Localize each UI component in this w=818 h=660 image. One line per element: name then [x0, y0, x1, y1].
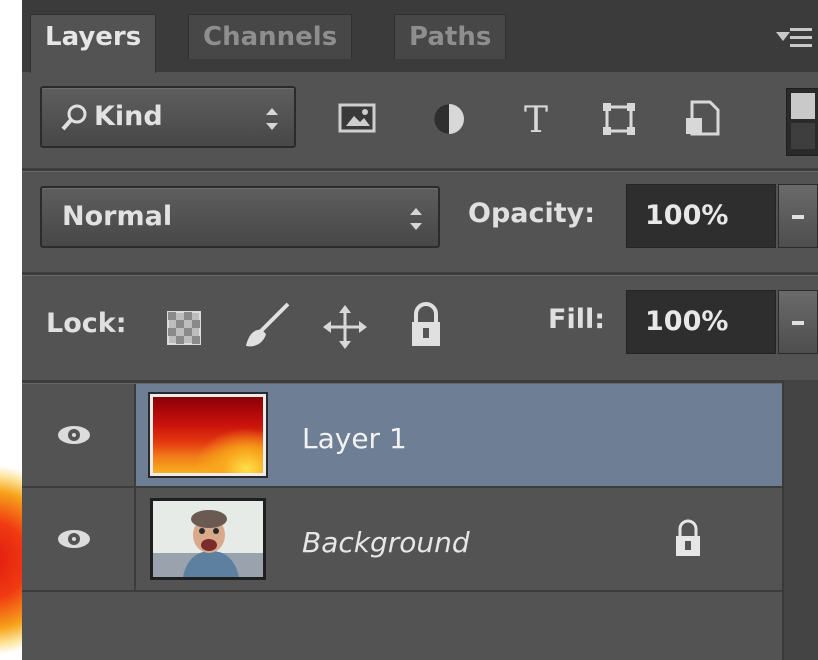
layers-list: Layer 1 Background: [22, 380, 818, 660]
layers-scrollbar[interactable]: [782, 380, 818, 660]
image-filter-icon[interactable]: [338, 102, 378, 136]
opacity-field[interactable]: 100%: [626, 184, 776, 248]
canvas-edge: [0, 0, 22, 660]
smart-object-filter-icon[interactable]: [682, 98, 722, 138]
svg-text:T: T: [524, 100, 548, 138]
lock-position-icon[interactable]: [322, 304, 368, 350]
lock-row: Lock: Fill: 100%: [22, 276, 818, 378]
search-icon: [61, 104, 87, 131]
layer-thumbnail[interactable]: [150, 498, 266, 580]
visibility-toggle[interactable]: [22, 488, 136, 590]
adjustment-filter-icon[interactable]: [430, 100, 468, 138]
layers-panel: Layers Channels Paths Kind T Normal Opac…: [22, 0, 818, 660]
canvas-image-edge: [0, 410, 22, 660]
visibility-toggle[interactable]: [22, 384, 136, 486]
type-filter-icon[interactable]: T: [516, 100, 556, 138]
layer-name[interactable]: Background: [302, 526, 470, 559]
lock-icon: [676, 519, 700, 556]
updown-arrows-icon: [266, 108, 278, 130]
tab-channels[interactable]: Channels: [188, 14, 353, 59]
blend-row: Normal Opacity: 100%: [22, 172, 818, 272]
lock-transparent-pixels-icon[interactable]: [166, 310, 202, 346]
filter-kind-label: Kind: [94, 101, 163, 132]
lock-image-pixels-icon[interactable]: [238, 298, 294, 354]
layer-row-background[interactable]: Background: [22, 488, 782, 592]
panel-menu-icon[interactable]: [772, 26, 812, 50]
filter-toggle-icon[interactable]: [786, 88, 818, 156]
blend-mode-value: Normal: [62, 201, 173, 232]
opacity-label: Opacity:: [468, 198, 596, 229]
fill-dropdown-button[interactable]: [778, 290, 818, 354]
panel-tab-bar: Layers Channels Paths: [22, 0, 818, 73]
eye-icon: [58, 426, 90, 444]
blend-mode-select[interactable]: Normal: [40, 186, 440, 248]
eye-icon: [58, 530, 90, 548]
empty-layers-space: [22, 592, 782, 660]
opacity-dropdown-button[interactable]: [778, 184, 818, 248]
lock-label: Lock:: [46, 308, 127, 339]
filter-row: Kind T: [22, 72, 818, 168]
tab-paths[interactable]: Paths: [394, 14, 507, 59]
layer-row-layer-1[interactable]: Layer 1: [22, 384, 782, 488]
filter-kind-select[interactable]: Kind: [40, 86, 296, 148]
shape-filter-icon[interactable]: [600, 100, 640, 138]
photo-thumbnail-image: [153, 501, 263, 577]
tab-layers[interactable]: Layers: [30, 14, 157, 73]
fill-label: Fill:: [548, 304, 606, 335]
updown-arrows-icon: [410, 208, 422, 230]
lock-all-icon[interactable]: [408, 300, 444, 350]
layer-thumbnail[interactable]: [148, 392, 268, 478]
layer-name[interactable]: Layer 1: [302, 422, 407, 455]
fill-field[interactable]: 100%: [626, 290, 776, 354]
